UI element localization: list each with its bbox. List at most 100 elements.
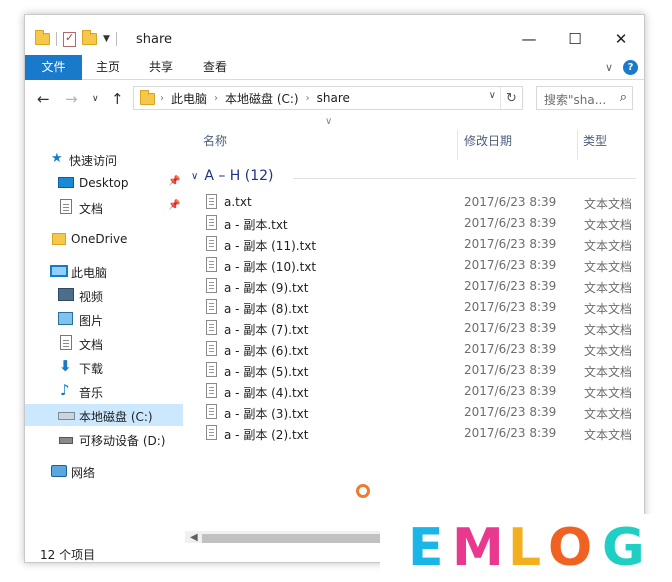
nav-item-removable-drive[interactable]: 可移动设备 (D:): [25, 428, 183, 450]
file-type: 文本文档: [584, 428, 633, 442]
file-date: 2017/6/23 8:39: [464, 258, 557, 272]
up-arrow-icon[interactable]: ↑: [111, 90, 124, 108]
emlog-watermark: E M L O G: [380, 514, 672, 582]
watermark-letter: O: [548, 518, 593, 578]
file-date: 2017/6/23 8:39: [464, 216, 557, 230]
help-icon[interactable]: ?: [623, 60, 638, 75]
breadcrumb-local-disk[interactable]: 本地磁盘 (C:): [225, 90, 299, 107]
minimize-button[interactable]: —: [506, 23, 552, 55]
window-controls: — ☐ ✕: [506, 15, 644, 48]
nav-item-desktop[interactable]: Desktop 📌: [25, 172, 183, 194]
nav-item-documents[interactable]: 文档: [25, 332, 183, 354]
file-date: 2017/6/23 8:39: [464, 426, 557, 440]
back-arrow-icon[interactable]: ←: [37, 90, 50, 108]
file-row[interactable]: a - 副本 (3).txt 2017/6/23 8:39 文本文档: [199, 402, 639, 423]
column-header-modified[interactable]: 修改日期: [464, 130, 512, 152]
refresh-icon[interactable]: ↻: [500, 87, 522, 109]
file-type: 文本文档: [584, 302, 633, 316]
file-type: 文本文档: [584, 407, 633, 421]
expand-ribbon-chevron-icon[interactable]: ∨: [605, 61, 613, 74]
nav-item-this-pc[interactable]: 此电脑: [25, 260, 183, 282]
file-row[interactable]: a - 副本 (8).txt 2017/6/23 8:39 文本文档: [199, 297, 639, 318]
recent-locations-chevron-icon[interactable]: ∨: [92, 94, 99, 104]
nav-item-videos[interactable]: 视频: [25, 284, 183, 306]
tab-share[interactable]: 共享: [134, 55, 188, 80]
file-row[interactable]: a - 副本.txt 2017/6/23 8:39 文本文档: [199, 213, 639, 234]
tab-view[interactable]: 查看: [188, 55, 242, 80]
nav-item-pictures[interactable]: 图片: [25, 308, 183, 330]
download-icon: ⬇: [59, 357, 72, 375]
loading-spinner-icon: [356, 484, 370, 498]
file-name: a - 副本.txt: [224, 218, 288, 232]
nav-label: OneDrive: [71, 232, 128, 246]
nav-item-quick-access[interactable]: ★ 快速访问: [25, 148, 183, 170]
file-row[interactable]: a - 副本 (2).txt 2017/6/23 8:39 文本文档: [199, 423, 639, 444]
column-header-type[interactable]: 类型: [583, 130, 607, 152]
file-row[interactable]: a - 副本 (9).txt 2017/6/23 8:39 文本文档: [199, 276, 639, 297]
search-input[interactable]: 搜索"sha... ⌕: [536, 86, 633, 110]
customize-toolbar-chevron-icon[interactable]: ▼: [103, 34, 110, 44]
file-type: 文本文档: [584, 197, 633, 211]
nav-item-onedrive[interactable]: OneDrive: [25, 228, 183, 250]
file-name: a - 副本 (9).txt: [224, 281, 309, 295]
file-date: 2017/6/23 8:39: [464, 321, 557, 335]
properties-icon[interactable]: [63, 31, 76, 47]
file-type: 文本文档: [584, 386, 633, 400]
tab-home[interactable]: 主页: [82, 55, 134, 80]
new-folder-icon[interactable]: [82, 30, 97, 45]
nav-label: 网络: [71, 466, 96, 480]
address-history-chevron-icon[interactable]: ∨: [489, 90, 496, 101]
pin-icon[interactable]: 📌: [168, 176, 180, 187]
breadcrumb-share[interactable]: share: [317, 91, 350, 105]
group-header[interactable]: ∨ A – H (12): [191, 168, 274, 184]
text-file-icon: [206, 383, 217, 398]
file-row[interactable]: a - 副本 (4).txt 2017/6/23 8:39 文本文档: [199, 381, 639, 402]
breadcrumb-this-pc[interactable]: 此电脑: [171, 90, 207, 107]
close-button[interactable]: ✕: [598, 23, 644, 55]
nav-item-documents-pinned[interactable]: 文档 📌: [25, 196, 183, 218]
breadcrumb-chevron-icon[interactable]: ›: [160, 93, 164, 104]
pin-icon[interactable]: 📌: [168, 200, 180, 211]
star-icon: ★: [51, 151, 63, 166]
column-header-name[interactable]: 名称: [203, 130, 227, 152]
file-row[interactable]: a - 副本 (11).txt 2017/6/23 8:39 文本文档: [199, 234, 639, 255]
collapse-chevron-icon[interactable]: ∨: [191, 171, 198, 182]
scroll-left-arrow-icon[interactable]: ◀: [190, 532, 198, 543]
nav-label: 视频: [79, 290, 104, 304]
file-row[interactable]: a - 副本 (5).txt 2017/6/23 8:39 文本文档: [199, 360, 639, 381]
address-bar[interactable]: › 此电脑 › 本地磁盘 (C:) › share ∨ ↻: [133, 86, 523, 110]
text-file-icon: [206, 278, 217, 293]
nav-item-downloads[interactable]: ⬇ 下载: [25, 356, 183, 378]
navigation-pane: ★ 快速访问 Desktop 📌 文档 📌 OneDrive 此电脑 视频 图片: [25, 116, 185, 543]
forward-arrow-icon[interactable]: →: [65, 90, 78, 108]
file-row[interactable]: a.txt 2017/6/23 8:39 文本文档: [199, 192, 639, 213]
nav-label: 音乐: [79, 386, 104, 400]
maximize-button[interactable]: ☐: [552, 23, 598, 55]
folder-icon: [140, 90, 155, 105]
breadcrumb-chevron-icon[interactable]: ›: [214, 93, 218, 104]
document-icon: [60, 199, 72, 214]
file-row[interactable]: a - 副本 (10).txt 2017/6/23 8:39 文本文档: [199, 255, 639, 276]
search-icon[interactable]: ⌕: [620, 90, 627, 105]
file-name: a - 副本 (5).txt: [224, 365, 309, 379]
file-name: a - 副本 (10).txt: [224, 260, 317, 274]
column-divider[interactable]: [577, 130, 578, 160]
file-type: 文本文档: [584, 260, 633, 274]
text-file-icon: [206, 425, 217, 440]
text-file-icon: [206, 257, 217, 272]
nav-item-local-disk[interactable]: 本地磁盘 (C:): [25, 404, 183, 426]
file-row[interactable]: a - 副本 (7).txt 2017/6/23 8:39 文本文档: [199, 318, 639, 339]
explorer-window: ▼ share — ☐ ✕ 文件 主页 共享 查看 ∨ ? ← → ∨ ↑ › …: [24, 14, 645, 563]
file-type: 文本文档: [584, 344, 633, 358]
file-row[interactable]: a - 副本 (6).txt 2017/6/23 8:39 文本文档: [199, 339, 639, 360]
nav-item-network[interactable]: 网络: [25, 460, 183, 482]
column-divider[interactable]: [457, 130, 458, 160]
onedrive-icon: [52, 233, 66, 245]
nav-label: 文档: [79, 338, 104, 352]
nav-label: 下载: [79, 362, 104, 376]
breadcrumb-chevron-icon[interactable]: ›: [306, 93, 310, 104]
nav-item-music[interactable]: ♪ 音乐: [25, 380, 183, 402]
text-file-icon: [206, 299, 217, 314]
tab-file[interactable]: 文件: [25, 55, 82, 80]
title-bar: ▼ share — ☐ ✕: [25, 15, 644, 55]
